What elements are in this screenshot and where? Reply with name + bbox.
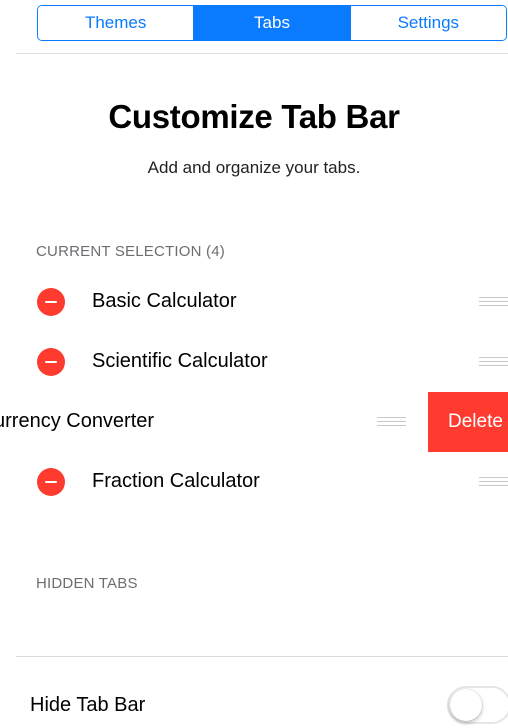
- segment-themes[interactable]: Themes: [38, 6, 194, 40]
- page-subtitle: Add and organize your tabs.: [147, 158, 361, 177]
- segmented-control: Themes Tabs Settings: [37, 5, 507, 41]
- hidden-tabs-header: HIDDEN TABS: [36, 575, 138, 592]
- tab-row-label: Basic Calculator: [92, 290, 237, 312]
- reorder-grip-icon[interactable]: [479, 357, 508, 366]
- tab-row-currency-converter[interactable]: urrency Converter Delete: [0, 392, 508, 452]
- tab-row-scientific-calculator[interactable]: Scientific Calculator: [0, 333, 508, 391]
- reorder-grip-icon[interactable]: [479, 297, 508, 306]
- tab-row-label: urrency Converter: [0, 410, 155, 432]
- remove-fraction-calculator-button[interactable]: [37, 468, 65, 496]
- tab-row-basic-calculator[interactable]: Basic Calculator: [0, 273, 508, 331]
- hide-tab-bar-toggle[interactable]: [447, 686, 508, 724]
- page-title: Customize Tab Bar: [108, 98, 400, 135]
- current-selection-header: CURRENT SELECTION (4): [36, 243, 225, 260]
- remove-scientific-calculator-button[interactable]: [37, 348, 65, 376]
- delete-button[interactable]: Delete: [428, 392, 508, 452]
- tab-row-label: Scientific Calculator: [92, 350, 268, 372]
- segment-settings[interactable]: Settings: [349, 6, 506, 40]
- segment-tabs[interactable]: Tabs: [193, 6, 350, 40]
- hide-tab-bar-label: Hide Tab Bar: [30, 694, 146, 716]
- reorder-grip-icon[interactable]: [479, 477, 508, 486]
- toggle-knob: [450, 689, 482, 721]
- remove-basic-calculator-button[interactable]: [37, 288, 65, 316]
- tab-row-fraction-calculator[interactable]: Fraction Calculator: [0, 453, 508, 511]
- settings-divider: [16, 656, 508, 657]
- header-divider: [16, 53, 508, 54]
- reorder-grip-icon[interactable]: [377, 417, 406, 426]
- tab-row-label: Fraction Calculator: [92, 470, 260, 492]
- customize-tab-bar-screen: Themes Tabs Settings Customize Tab Bar A…: [0, 0, 508, 728]
